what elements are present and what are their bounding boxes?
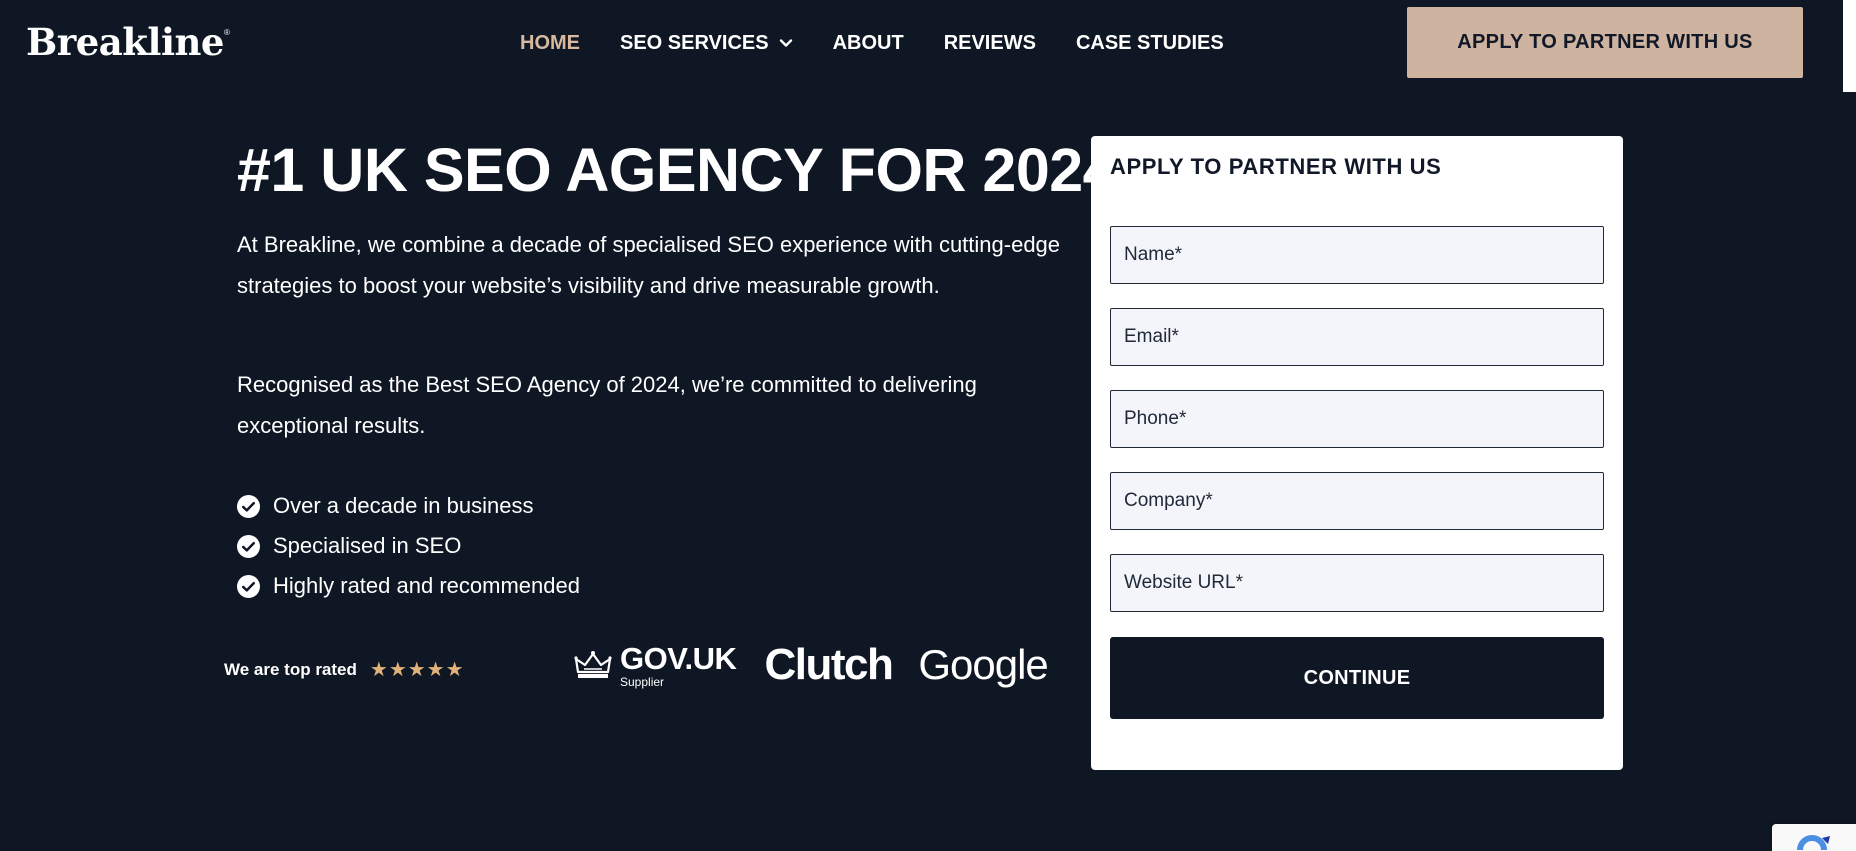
nav-item-label: REVIEWS — [943, 31, 1036, 54]
nav-item-reviews[interactable]: REVIEWS — [944, 32, 1036, 55]
logo-text: Breakline — [26, 20, 224, 64]
nav-item-label: ABOUT — [832, 31, 904, 54]
recaptcha-badge[interactable] — [1772, 824, 1856, 851]
form-title: APPLY TO PARTNER WITH US — [1110, 154, 1442, 179]
checklist-text: Highly rated and recommended — [273, 573, 580, 598]
nav-item-label: SEO SERVICES — [620, 31, 769, 54]
hero-intro-paragraph: At Breakline, we combine a decade of spe… — [237, 232, 1061, 298]
partner-logos: GOV.UK Supplier Clutch Google — [574, 640, 1049, 690]
top-rated-label: We are top rated — [224, 659, 357, 679]
feature-checklist: Over a decade in business Specialised in… — [237, 486, 580, 606]
website-url-field[interactable] — [1110, 554, 1604, 612]
top-rated-badge: We are top rated ★★★★★ — [224, 657, 465, 682]
clutch-logo: Clutch — [764, 640, 893, 689]
nav-item-about[interactable]: ABOUT — [833, 32, 904, 55]
recaptcha-icon — [1797, 835, 1830, 851]
nav-item-label: CASE STUDIES — [1075, 31, 1224, 54]
hero-recognition-paragraph: Recognised as the Best SEO Agency of 202… — [237, 372, 977, 438]
gov-uk-logo: GOV.UK Supplier — [574, 640, 737, 689]
page-edge-strip — [1843, 0, 1856, 92]
logo[interactable]: Breakline® — [26, 20, 230, 64]
gov-uk-subtitle: Supplier — [620, 674, 665, 689]
check-circle-icon — [237, 494, 260, 518]
gov-uk-name: GOV.UK — [620, 640, 737, 676]
check-circle-icon — [237, 534, 260, 558]
checklist-text: Specialised in SEO — [273, 533, 462, 558]
hero-title: #1 UK SEO AGENCY FOR 2024 — [237, 136, 1117, 204]
company-field[interactable] — [1110, 472, 1604, 530]
star-rating: ★★★★★ — [369, 659, 465, 681]
logo-registered-mark: ® — [223, 28, 230, 37]
nav-item-home[interactable]: HOME — [520, 32, 580, 55]
nav-item-label: HOME — [520, 31, 580, 54]
checklist-text: Over a decade in business — [273, 493, 534, 518]
nav-item-case-studies[interactable]: CASE STUDIES — [1076, 32, 1224, 55]
google-logo: Google — [918, 641, 1048, 688]
email-field[interactable] — [1110, 308, 1604, 366]
chevron-down-icon — [779, 39, 792, 47]
phone-field[interactable] — [1110, 390, 1604, 448]
list-item: Specialised in SEO — [237, 526, 580, 566]
list-item: Highly rated and recommended — [237, 566, 580, 606]
partner-application-form: APPLY TO PARTNER WITH US CONTINUE — [1091, 136, 1623, 770]
apply-partner-button[interactable]: APPLY TO PARTNER WITH US — [1407, 7, 1803, 78]
continue-button[interactable]: CONTINUE — [1110, 637, 1604, 719]
list-item: Over a decade in business — [237, 486, 580, 526]
crown-icon — [574, 651, 612, 678]
main-nav: HOME SEO SERVICES ABOUT REVIEWS CASE STU… — [520, 30, 1264, 56]
nav-item-seo-services[interactable]: SEO SERVICES — [620, 32, 793, 55]
name-field[interactable] — [1110, 226, 1604, 284]
check-circle-icon — [237, 574, 260, 598]
